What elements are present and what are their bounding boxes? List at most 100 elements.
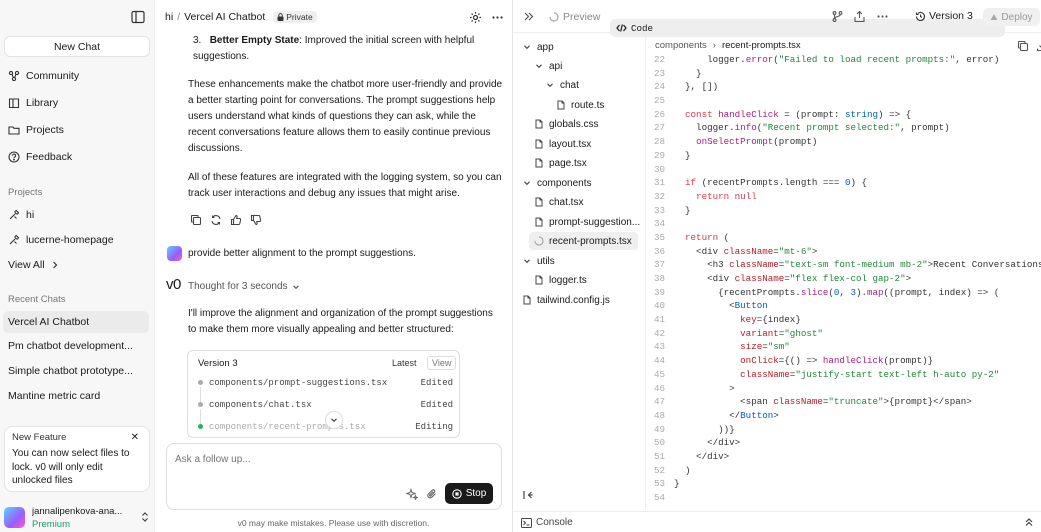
visibility-badge[interactable]: Private xyxy=(273,11,317,23)
sidebar-item-library[interactable]: Library xyxy=(8,95,58,111)
code-line: 23 } xyxy=(647,67,1041,81)
recent-chat-item[interactable]: Mantine metric card xyxy=(8,390,148,402)
file-status: Edited xyxy=(420,378,453,388)
file-icon xyxy=(535,275,543,285)
file-icon xyxy=(535,217,543,227)
follow-up-input[interactable] xyxy=(175,454,475,465)
tree-file-route[interactable]: route.ts xyxy=(556,96,604,114)
line-number: 42 xyxy=(653,327,665,339)
tree-file-recent-prompts[interactable]: recent-prompts.tsx xyxy=(529,232,638,250)
latest-badge: Latest xyxy=(392,358,417,368)
code-line: 37 <h3 className="text-sm font-medium mb… xyxy=(647,258,1041,272)
line-text: } xyxy=(674,204,691,216)
deploy-button[interactable]: Deploy xyxy=(983,8,1040,26)
code-line: 28 onSelectPrompt(prompt) xyxy=(647,135,1041,149)
line-text: key={index} xyxy=(740,314,801,326)
user-account-menu[interactable]: jannalipenkova-ana... Premium xyxy=(4,505,152,530)
user-name: jannalipenkova-ana... xyxy=(32,506,123,517)
tree-folder-components[interactable]: components xyxy=(522,174,591,192)
thought-toggle[interactable]: Thought for 3 seconds xyxy=(188,281,300,292)
expand-button[interactable] xyxy=(325,411,343,429)
line-text: <div className="mt-6"> xyxy=(674,245,818,257)
lock-icon xyxy=(277,13,284,21)
chevrons-up-icon[interactable] xyxy=(1024,517,1034,527)
tree-label: chat xyxy=(560,79,579,91)
line-number: 30 xyxy=(653,163,665,175)
code-line: 46 > xyxy=(647,382,1041,396)
more-horizontal-icon[interactable] xyxy=(876,10,889,23)
crumb-dir[interactable]: components xyxy=(655,40,707,51)
collapse-tree-icon[interactable] xyxy=(522,489,534,501)
thumbs-down-icon[interactable] xyxy=(250,214,262,226)
tree-file-prompt-suggestions[interactable]: prompt-suggestion... xyxy=(534,213,640,231)
thumbs-up-icon[interactable] xyxy=(230,214,242,226)
code-lines[interactable]: 22 logger.error("Failed to load recent p… xyxy=(647,53,1041,505)
breadcrumb-chat-title[interactable]: Vercel AI Chatbot xyxy=(184,11,265,23)
status-dot xyxy=(198,380,203,386)
code-line: 44 onClick={() => handleClick(prompt)} xyxy=(647,354,1041,368)
recent-chat-item[interactable]: Simple chatbot prototype... xyxy=(8,365,148,377)
new-feature-notice: New Feature ✕ You can now select files t… xyxy=(4,426,150,492)
project-item-lucerne-homepage[interactable]: lucerne-homepage xyxy=(8,232,114,248)
breadcrumb-project[interactable]: hi xyxy=(165,11,173,23)
version-file-row[interactable]: components/prompt-suggestions.tsx Edited xyxy=(198,378,453,388)
tree-folder-api[interactable]: api xyxy=(534,57,562,75)
gear-icon[interactable] xyxy=(469,11,482,24)
code-line: 32 return null xyxy=(647,190,1041,204)
recent-chat-item[interactable]: Pm chatbot development... xyxy=(8,340,148,352)
version-file-row[interactable]: components/chat.tsx Edited xyxy=(198,400,453,410)
chevrons-right-icon[interactable] xyxy=(522,10,535,23)
tree-file-tailwind[interactable]: tailwind.config.js xyxy=(522,291,610,309)
line-number: 54 xyxy=(653,492,665,503)
message-actions xyxy=(190,214,262,226)
tree-label: api xyxy=(549,60,563,72)
view-version-button[interactable]: View xyxy=(427,356,457,370)
recent-chat-item[interactable]: Vercel AI Chatbot xyxy=(3,311,149,333)
view-all-link[interactable]: View All xyxy=(8,257,59,273)
regenerate-icon[interactable] xyxy=(210,214,222,226)
chevron-down-icon xyxy=(536,64,542,69)
loading-icon xyxy=(534,236,544,246)
tree-folder-utils[interactable]: utils xyxy=(522,252,555,270)
line-number: 47 xyxy=(653,396,665,408)
share-icon[interactable] xyxy=(853,10,866,23)
help-circle-icon xyxy=(8,151,20,163)
tree-file-layout[interactable]: layout.tsx xyxy=(534,135,591,153)
code-line: 49 ))} xyxy=(647,423,1041,437)
version-selector[interactable]: Version 3 xyxy=(915,10,973,22)
line-number: 38 xyxy=(653,273,665,284)
tree-label: app xyxy=(537,41,554,53)
git-fork-icon[interactable] xyxy=(831,10,844,23)
stop-button[interactable]: Stop xyxy=(445,483,493,504)
tree-file-page[interactable]: page.tsx xyxy=(534,154,587,172)
line-number: 45 xyxy=(653,368,665,380)
download-icon[interactable] xyxy=(1036,40,1041,52)
tree-label: layout.tsx xyxy=(549,138,592,150)
copy-icon[interactable] xyxy=(1017,40,1029,52)
tree-file-globals[interactable]: globals.css xyxy=(534,115,598,133)
tree-folder-chat[interactable]: chat xyxy=(545,76,579,94)
tab-preview[interactable]: Preview xyxy=(543,8,606,26)
sidebar-item-community[interactable]: Community xyxy=(8,68,79,84)
paperclip-icon[interactable] xyxy=(426,488,438,500)
tree-label: page.tsx xyxy=(549,157,587,169)
status-dot xyxy=(198,402,203,408)
sidebar-item-feedback[interactable]: Feedback xyxy=(8,149,72,165)
status-dot xyxy=(198,424,203,430)
tree-label: globals.css xyxy=(549,118,599,130)
close-icon[interactable]: ✕ xyxy=(131,432,139,443)
more-horizontal-icon[interactable] xyxy=(491,11,504,24)
copy-icon[interactable] xyxy=(190,214,202,226)
console-toggle[interactable]: Console xyxy=(521,517,573,528)
tree-file-logger[interactable]: logger.ts xyxy=(534,271,587,289)
tree-file-chat[interactable]: chat.tsx xyxy=(534,193,583,211)
console-bar[interactable]: Console xyxy=(513,511,1041,532)
crumb-file: recent-prompts.tsx xyxy=(721,40,801,51)
sidebar-item-projects[interactable]: Projects xyxy=(8,122,64,138)
sidebar-toggle-icon[interactable] xyxy=(131,10,145,24)
new-chat-button[interactable]: New Chat xyxy=(4,36,150,57)
project-item-hi[interactable]: hi xyxy=(8,207,34,223)
line-text: ) xyxy=(674,464,691,476)
tree-folder-app[interactable]: app xyxy=(522,38,554,56)
sparkle-icon[interactable] xyxy=(406,488,418,500)
